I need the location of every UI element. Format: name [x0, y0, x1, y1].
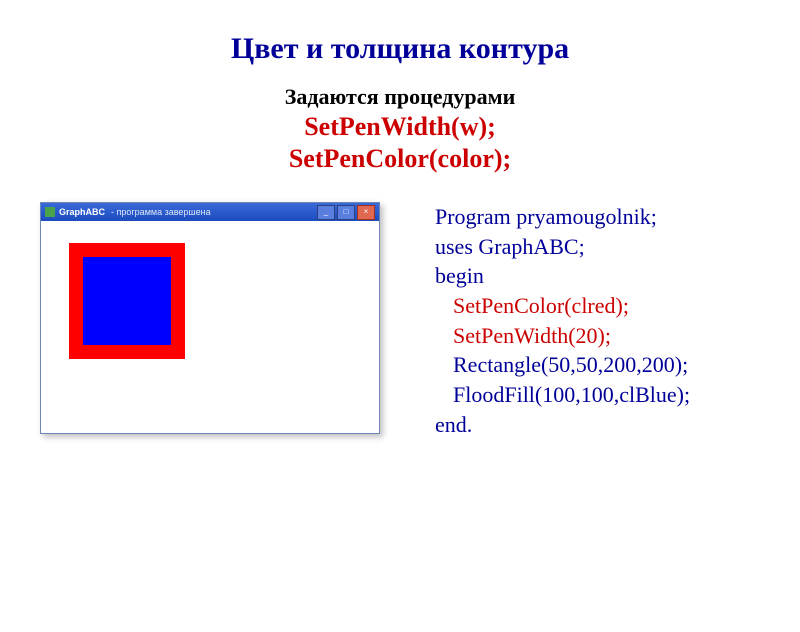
- rectangle-fill-blue: [83, 257, 171, 345]
- code-line: SetPenColor(clred);: [435, 291, 690, 321]
- window-title: GraphABC: [59, 207, 105, 217]
- code-line: begin: [435, 261, 690, 291]
- code-line: Program pryamougolnik;: [435, 202, 690, 232]
- close-button[interactable]: ×: [357, 205, 375, 220]
- code-listing: Program pryamougolnik; uses GraphABC; be…: [435, 202, 690, 440]
- rectangle-outline-red: [69, 243, 185, 359]
- code-line: uses GraphABC;: [435, 232, 690, 262]
- canvas-area: [41, 221, 379, 433]
- maximize-button[interactable]: □: [337, 205, 355, 220]
- code-line: FloodFill(100,100,clBlue);: [435, 380, 690, 410]
- window-titlebar: GraphABC - программа завершена _ □ ×: [41, 203, 379, 221]
- content-row: GraphABC - программа завершена _ □ × Pro…: [0, 202, 800, 440]
- subtitle-lead: Задаются процедурами: [0, 84, 800, 110]
- code-line: Rectangle(50,50,200,200);: [435, 350, 690, 380]
- minimize-button[interactable]: _: [317, 205, 335, 220]
- procedure-2: SetPenColor(color);: [0, 144, 800, 174]
- subtitle-block: Задаются процедурами SetPenWidth(w); Set…: [0, 84, 800, 174]
- code-line: end.: [435, 410, 690, 440]
- app-icon: [45, 207, 55, 217]
- code-line: SetPenWidth(20);: [435, 321, 690, 351]
- slide-title: Цвет и толщина контура: [0, 32, 800, 66]
- procedure-1: SetPenWidth(w);: [0, 112, 800, 142]
- window-subtitle: - программа завершена: [111, 207, 211, 217]
- graphabc-window: GraphABC - программа завершена _ □ ×: [40, 202, 380, 434]
